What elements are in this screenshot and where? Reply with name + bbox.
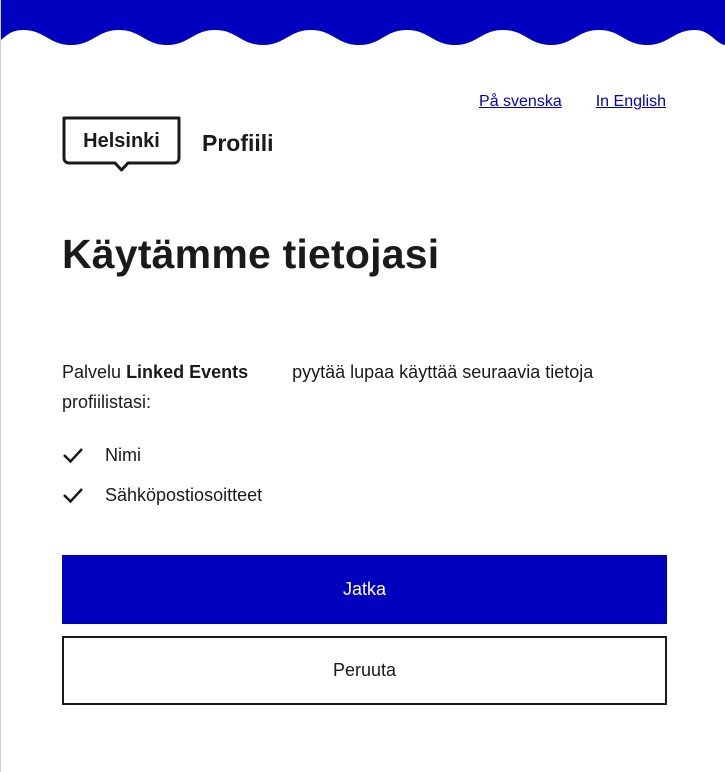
checkmark-icon xyxy=(63,488,83,504)
lang-link-english[interactable]: In English xyxy=(596,93,666,111)
cancel-button[interactable]: Peruuta xyxy=(62,636,667,705)
scope-label: Sähköpostiosoitteet xyxy=(105,484,263,505)
koro-wave-decoration xyxy=(1,0,725,45)
continue-button[interactable]: Jatka xyxy=(62,555,667,624)
language-switcher: På svenska In English xyxy=(479,93,666,111)
header-brand: Helsinki Profiili xyxy=(62,116,274,172)
intro-prefix: Palvelu xyxy=(62,362,122,382)
helsinki-logo-text: Helsinki xyxy=(83,130,160,152)
scope-label: Nimi xyxy=(105,444,141,465)
scope-item-name: Nimi xyxy=(62,440,262,470)
scope-list: Nimi Sähköpostiosoitteet xyxy=(62,440,262,520)
lang-link-swedish[interactable]: På svenska xyxy=(479,93,562,111)
helsinki-logo: Helsinki xyxy=(62,116,181,172)
consent-intro: Palvelu Linked Events pyytää lupaa käyttä… xyxy=(62,357,666,417)
scope-item-email: Sähköpostiosoitteet xyxy=(62,480,262,510)
service-name: Profiili xyxy=(202,129,274,156)
client-name: Linked Events xyxy=(126,362,249,382)
checkmark-icon xyxy=(63,448,83,464)
page-title: Käytämme tietojasi xyxy=(62,231,440,277)
